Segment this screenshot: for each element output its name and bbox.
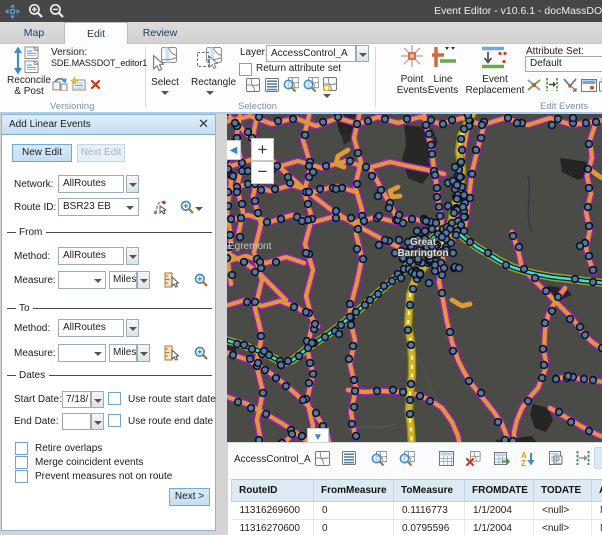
svg-text:Great: Great — [410, 237, 437, 248]
svg-text:Egremont: Egremont — [228, 241, 272, 252]
svg-text:P: P — [555, 458, 560, 465]
svg-text:Barrington: Barrington — [397, 248, 448, 259]
svg-text:Z: Z — [521, 459, 526, 466]
